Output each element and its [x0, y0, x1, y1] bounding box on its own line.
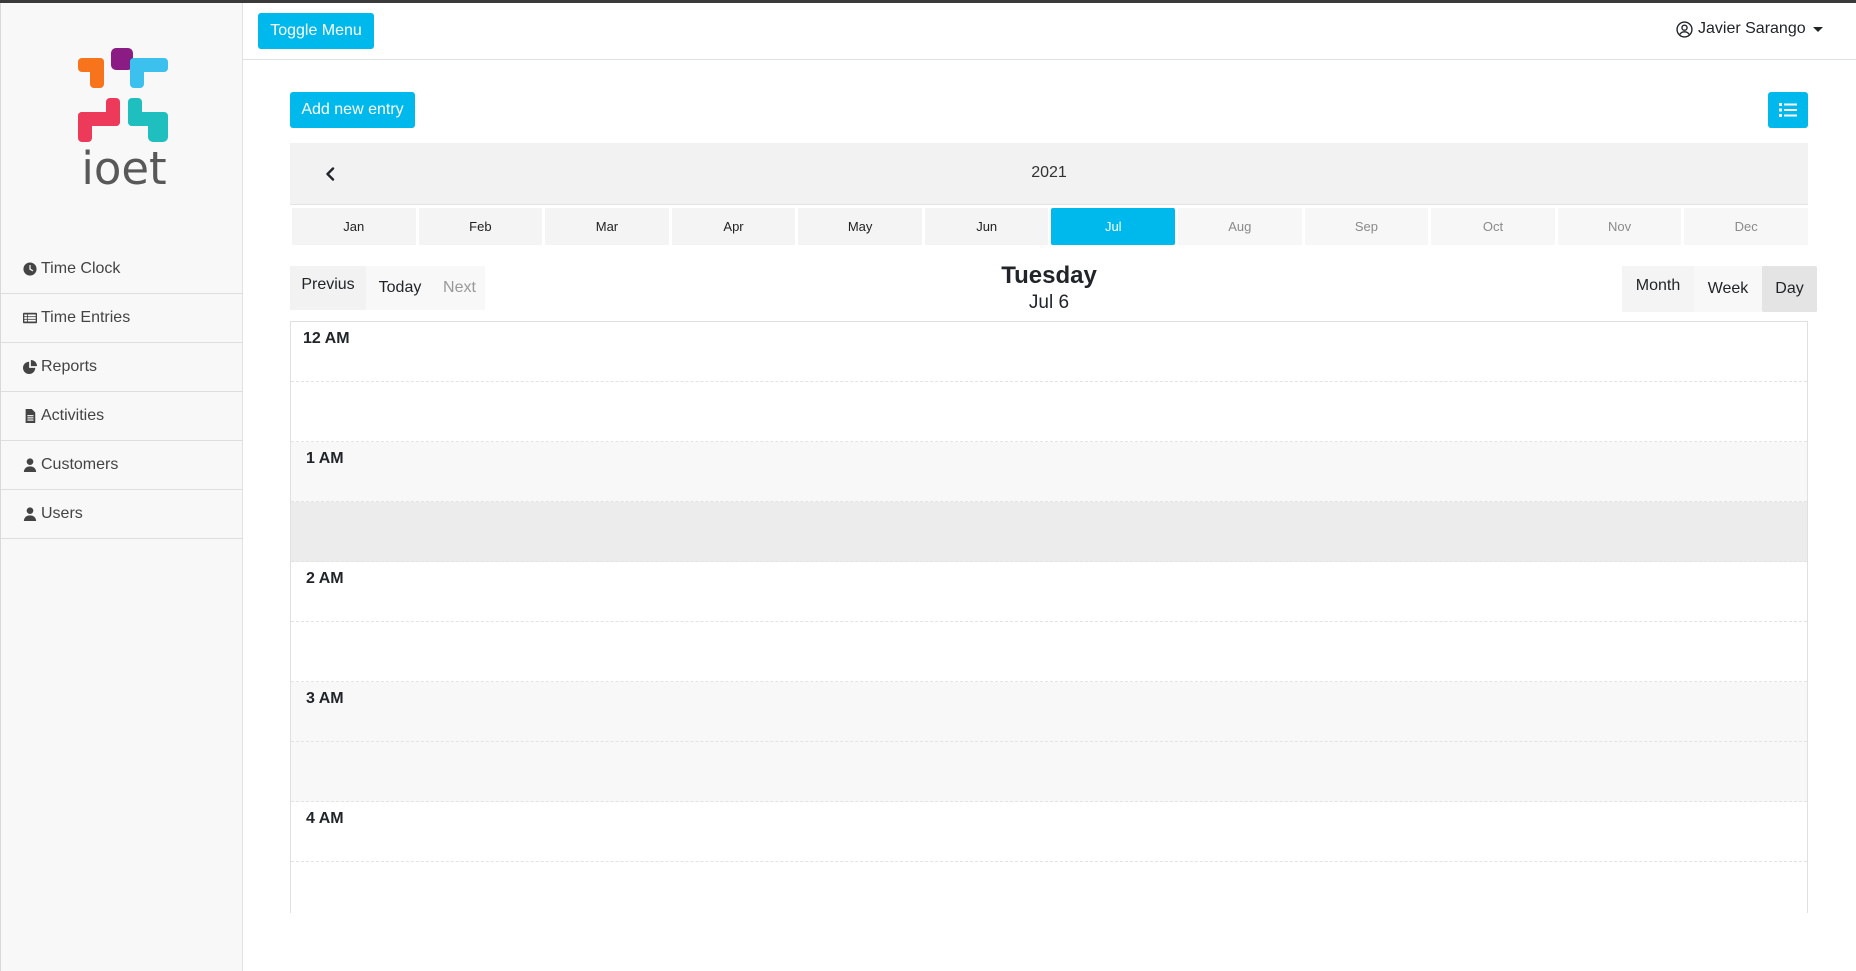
sidebar-item-label: Time Entries [41, 309, 131, 326]
hour-label: 2 AM [306, 570, 344, 587]
week-view-button[interactable]: Week [1694, 266, 1762, 312]
time-slot[interactable] [291, 502, 1807, 562]
month-jul[interactable]: Jul [1051, 208, 1176, 245]
day-view-button[interactable]: Day [1762, 266, 1817, 312]
toggle-menu-button[interactable]: Toggle Menu [258, 13, 374, 49]
time-slot[interactable] [291, 622, 1807, 682]
user-icon [22, 507, 37, 522]
brand-wordmark: ioet [81, 142, 166, 188]
month-jan[interactable]: Jan [292, 208, 416, 245]
sidebar-item-time-clock[interactable]: Time Clock [1, 245, 243, 294]
month-aug[interactable]: Aug [1178, 208, 1302, 245]
day-time-grid: 12 AM 1 AM 2 AM 3 AM 4 AM [290, 321, 1808, 913]
month-oct[interactable]: Oct [1431, 208, 1555, 245]
sidebar-item-reports[interactable]: Reports [1, 343, 243, 392]
sidebar-item-label: Users [41, 505, 83, 522]
time-slot[interactable] [291, 742, 1807, 802]
month-may[interactable]: May [798, 208, 922, 245]
user-circle-icon [1676, 20, 1693, 38]
month-nov[interactable]: Nov [1557, 208, 1682, 245]
sidebar-item-activities[interactable]: Activities [1, 392, 243, 441]
sidebar-item-users[interactable]: Users [1, 490, 243, 539]
sidebar-nav: Time Clock Time Entries Reports Activiti… [1, 245, 243, 539]
list-icon [1779, 103, 1797, 117]
sidebar: ioet Time Clock Time Entries Reports Act… [0, 3, 243, 971]
time-slot[interactable]: 12 AM [291, 322, 1807, 382]
time-slot[interactable] [291, 862, 1807, 913]
logo-mark-icon: ioet [78, 48, 168, 195]
top-header: Toggle Menu Javier Sarango [243, 3, 1856, 60]
year-label: 2021 [1031, 164, 1067, 181]
time-slot[interactable]: 3 AM [291, 682, 1807, 742]
hour-label: 3 AM [306, 690, 344, 707]
sidebar-item-time-entries[interactable]: Time Entries [1, 294, 243, 343]
month-jun[interactable]: Jun [924, 208, 1049, 245]
hour-label: 1 AM [306, 450, 344, 467]
add-new-entry-button[interactable]: Add new entry [290, 92, 415, 128]
user-menu-dropdown[interactable]: Javier Sarango [1676, 20, 1856, 38]
time-slot[interactable] [291, 382, 1807, 442]
month-apr[interactable]: Apr [671, 208, 796, 245]
time-slot[interactable]: 4 AM [291, 802, 1807, 862]
hour-label: 4 AM [306, 810, 344, 827]
file-icon [22, 409, 37, 424]
clock-icon [22, 262, 37, 277]
month-view-button[interactable]: Month [1622, 266, 1694, 312]
ioet-logo[interactable]: ioet [78, 48, 170, 195]
hour-label: 12 AM [303, 330, 350, 347]
sidebar-item-label: Customers [41, 456, 119, 473]
sidebar-item-customers[interactable]: Customers [1, 441, 243, 490]
user-icon [22, 458, 37, 473]
chevron-down-icon [1812, 26, 1823, 32]
time-slot[interactable]: 2 AM [291, 562, 1807, 622]
year-selector: 2021 [290, 143, 1808, 205]
month-feb[interactable]: Feb [418, 208, 543, 245]
list-icon [22, 311, 37, 326]
day-name-heading: Tuesday [1001, 262, 1097, 289]
month-sep[interactable]: Sep [1304, 208, 1429, 245]
month-selector: Jan Feb Mar Apr May Jun Jul Aug Sep Oct … [292, 208, 1808, 245]
list-view-button[interactable] [1768, 92, 1808, 128]
day-date-label: Jul 6 [1028, 292, 1070, 313]
user-name: Javier Sarango [1698, 20, 1806, 37]
time-slot[interactable]: 1 AM [291, 442, 1807, 502]
sidebar-item-label: Reports [41, 358, 98, 375]
month-mar[interactable]: Mar [545, 208, 669, 245]
view-switcher: Month Week Day [1622, 266, 1817, 312]
sidebar-item-label: Activities [41, 407, 105, 424]
sidebar-item-label: Time Clock [41, 260, 121, 277]
month-dec[interactable]: Dec [1684, 208, 1808, 245]
pie-chart-icon [22, 360, 37, 375]
